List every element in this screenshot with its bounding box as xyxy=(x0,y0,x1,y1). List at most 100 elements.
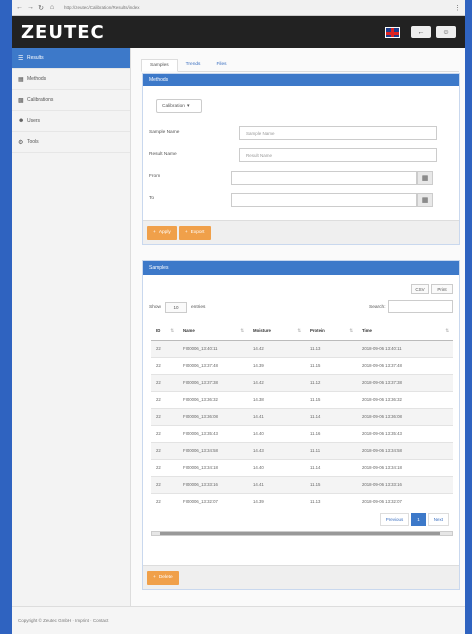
table-row[interactable]: 22 FI00006_13:36:32 14.38 11.15 2018-09-06 1… xyxy=(151,390,453,408)
plus-icon: + xyxy=(153,230,156,235)
csv-button[interactable]: CSV xyxy=(411,284,429,294)
logout-button[interactable]: ← xyxy=(411,26,431,38)
table-row[interactable]: 22 FI00006_13:36:08 14.41 11.14 2018-09-06 1… xyxy=(151,407,453,425)
sidebar-item-results[interactable]: ☰ Results xyxy=(12,48,130,69)
user-icon: ☺ xyxy=(442,28,450,36)
grid-icon: ▦ xyxy=(18,76,24,83)
table-row[interactable]: 22 FI00006_13:35:43 14.40 11.16 2018-09-06 1… xyxy=(151,424,453,442)
sidebar-item-label: Results xyxy=(27,55,44,61)
from-label: From xyxy=(149,174,161,179)
from-date-input[interactable] xyxy=(231,171,417,185)
entries-label: entries xyxy=(191,305,206,310)
sort-icon: ⇅ xyxy=(297,328,301,334)
gear-icon: ⚙ xyxy=(18,139,24,146)
back-icon[interactable]: ← xyxy=(16,4,23,11)
samples-panel: Samples CSV Print Show 10 entries Search… xyxy=(142,260,460,590)
tab-trends[interactable]: Trends xyxy=(178,58,209,71)
main-content: Samples Trends Files Methods Calibration… xyxy=(131,48,465,606)
table-row[interactable]: 22 FI00006_13:32:07 14.39 11.13 2018-09-06 1… xyxy=(151,492,453,510)
column-header-name[interactable]: Name ⇅ xyxy=(178,323,248,341)
sort-icon: ⇅ xyxy=(240,328,244,334)
sidebar: ☰ Results ▦ Methods ▩ Calibrations ☻ Use… xyxy=(12,48,131,606)
result-name-label: Result Name xyxy=(149,152,177,157)
calendar-icon[interactable]: ▦ xyxy=(417,171,433,185)
result-name-input[interactable]: Result Name xyxy=(239,148,437,162)
panel-title: Methods xyxy=(143,74,459,86)
entries-select[interactable]: 10 xyxy=(165,302,187,313)
plus-icon: + xyxy=(153,575,156,580)
tab-samples[interactable]: Samples xyxy=(141,59,178,72)
horizontal-scrollbar[interactable] xyxy=(151,531,453,536)
sidebar-item-label: Tools xyxy=(27,139,39,145)
tab-bar: Samples Trends Files xyxy=(141,58,459,72)
chart-icon: ▩ xyxy=(18,97,24,104)
sign-out-icon: ← xyxy=(417,28,425,36)
sidebar-item-label: Calibrations xyxy=(27,97,54,103)
table-row[interactable]: 22 FI00006_13:34:18 14.40 11.14 2018-09-06 1… xyxy=(151,458,453,476)
sidebar-item-users[interactable]: ☻ Users xyxy=(12,111,130,132)
to-date-input[interactable] xyxy=(231,193,417,207)
user-icon: ☻ xyxy=(18,118,25,124)
sidebar-item-label: Users xyxy=(27,118,41,124)
column-header-moisture[interactable]: Moisture ⇅ xyxy=(248,323,305,341)
previous-page-button[interactable]: Previous xyxy=(379,513,410,526)
app-window: ← → ↻ ⌂ http://zeutec/Calibration/Result… xyxy=(12,0,465,634)
panel-title: Samples xyxy=(143,261,459,275)
to-label: To xyxy=(149,196,155,201)
user-menu-button[interactable]: ☺ xyxy=(436,26,456,38)
sort-icon: ⇅ xyxy=(445,328,449,334)
apply-button[interactable]: + Apply xyxy=(147,225,177,240)
sidebar-item-label: Methods xyxy=(27,76,47,82)
menu-icon[interactable]: ⋮ xyxy=(454,4,461,12)
list-icon: ☰ xyxy=(18,55,24,62)
table-row[interactable]: 22 FI00006_13:34:58 14.43 11.11 2018-09-06 1… xyxy=(151,441,453,459)
pagination: Previous 1 Next xyxy=(379,513,449,526)
search-label: Search: xyxy=(369,305,386,310)
samples-table: ID ⇅ Name ⇅ Moisture ⇅ Protein ⇅ Time ⇅ 22 FI0… xyxy=(151,323,453,510)
table-row[interactable]: 22 FI00006_13:33:16 14.41 11.15 2018-09-06 1… xyxy=(151,475,453,493)
page-button-current[interactable]: 1 xyxy=(411,513,426,526)
column-header-protein[interactable]: Protein ⇅ xyxy=(305,323,357,341)
sample-name-input[interactable]: Sample Name xyxy=(239,126,437,140)
home-icon[interactable]: ⌂ xyxy=(49,4,55,11)
delete-button[interactable]: + Delete xyxy=(147,570,179,585)
sidebar-item-calibrations[interactable]: ▩ Calibrations xyxy=(12,90,130,111)
reload-icon[interactable]: ↻ xyxy=(38,4,44,12)
column-header-id[interactable]: ID ⇅ xyxy=(151,323,178,341)
calendar-icon[interactable]: ▦ xyxy=(417,193,433,207)
address-bar[interactable]: http://zeutec/Calibration/Results/index xyxy=(64,5,449,10)
scrollbar-thumb[interactable] xyxy=(160,532,440,535)
export-label: Export xyxy=(190,230,205,235)
table-row[interactable]: 22 FI00006_13:40:11 14.42 11.13 2018-09-06 1… xyxy=(151,339,453,357)
dropdown-value: Calibration xyxy=(162,103,185,109)
table-row[interactable]: 22 FI00006_13:37:48 14.39 11.15 2018-09-06 1… xyxy=(151,356,453,374)
table-header-row: ID ⇅ Name ⇅ Moisture ⇅ Protein ⇅ Time ⇅ xyxy=(151,323,453,341)
plus-icon: + xyxy=(184,230,188,235)
forward-icon[interactable]: → xyxy=(27,4,34,11)
sort-icon: ⇅ xyxy=(349,328,353,334)
delete-label: Delete xyxy=(158,575,173,580)
method-dropdown[interactable]: Calibration ▾ xyxy=(156,99,202,113)
chevron-down-icon: ▾ xyxy=(186,103,190,109)
tab-files[interactable]: Files xyxy=(208,58,234,71)
samples-actions: + Delete xyxy=(143,565,459,589)
sort-icon: ⇅ xyxy=(170,328,174,334)
uk-flag-icon[interactable] xyxy=(385,26,400,38)
apply-label: Apply xyxy=(158,230,171,235)
browser-toolbar: ← → ↻ ⌂ http://zeutec/Calibration/Result… xyxy=(12,0,465,16)
column-header-time[interactable]: Time ⇅ xyxy=(357,323,453,341)
show-label: Show xyxy=(149,305,161,310)
table-row[interactable]: 22 FI00006_13:37:38 14.42 11.12 2018-09-06 1… xyxy=(151,373,453,391)
print-button[interactable]: Print xyxy=(431,284,453,294)
export-button[interactable]: + Export xyxy=(178,225,211,240)
filter-panel: Methods Calibration ▾ Sample Name Sample… xyxy=(142,73,460,245)
sample-name-label: Sample Name xyxy=(149,130,180,135)
next-page-button[interactable]: Next xyxy=(427,513,449,526)
sidebar-item-methods[interactable]: ▦ Methods xyxy=(12,69,130,90)
sidebar-item-tools[interactable]: ⚙ Tools xyxy=(12,132,130,153)
app-header: ZEUTEC ← ☺ xyxy=(12,16,465,48)
page-footer: Copyright © Zeutec GmbH · Imprint · Cont… xyxy=(12,606,465,634)
app-logo: ZEUTEC xyxy=(21,21,105,43)
filter-actions: + Apply + Export xyxy=(143,220,459,244)
search-input[interactable] xyxy=(388,300,453,313)
